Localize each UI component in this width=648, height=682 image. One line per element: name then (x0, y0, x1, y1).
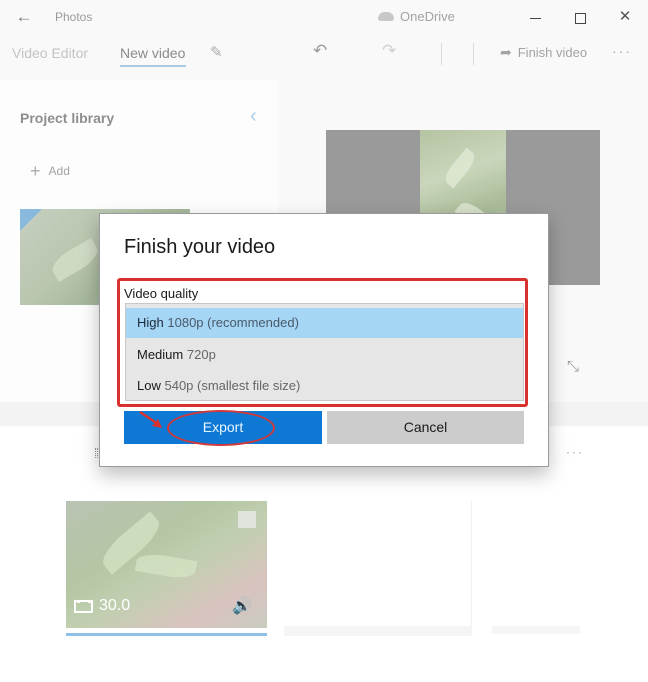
quality-option-low[interactable]: Low 540p (smallest file size) (126, 371, 523, 401)
finish-video-button[interactable]: ➦ Finish video (500, 44, 587, 61)
finish-video-dialog: Finish your video Video quality High 108… (99, 213, 549, 467)
clip-duration-value: 30.0 (99, 597, 131, 614)
finish-video-label: Finish video (517, 45, 588, 60)
project-library-title: Project library (20, 110, 115, 126)
app-name: Photos (55, 10, 93, 24)
export-button[interactable]: Export (124, 411, 322, 444)
volume-icon[interactable]: 🔊 (232, 596, 252, 616)
minimize-button[interactable] (520, 4, 550, 30)
option-detail: 1080p (recommended) (167, 315, 299, 330)
arrow-left-icon: ← (15, 7, 33, 26)
option-name: High (137, 315, 164, 330)
toolbar-divider (473, 43, 474, 65)
dialog-title: Finish your video (124, 236, 276, 258)
storyboard-more-icon[interactable]: ··· (566, 445, 584, 459)
video-quality-label: Video quality (124, 286, 199, 301)
onedrive-label: OneDrive (400, 9, 455, 24)
quality-option-medium[interactable]: Medium 720p (126, 340, 523, 370)
clip-selected-indicator (66, 633, 267, 636)
toolbar: Video Editor New video ✎ ↶ ↷ ➦ Finish vi… (0, 34, 648, 74)
storyboard-clip[interactable]: 30.0 🔊 (66, 501, 267, 628)
clip-duration: 30.0 (74, 597, 130, 615)
empty-clip-slot (284, 501, 472, 628)
pencil-icon[interactable]: ✎ (210, 43, 230, 63)
redo-icon[interactable]: ↷ (382, 41, 396, 61)
back-button[interactable]: ← (12, 6, 36, 28)
option-detail: 540p (smallest file size) (164, 378, 301, 393)
breadcrumb-active-indicator (120, 65, 186, 67)
chevron-left-icon[interactable]: ‹ (250, 105, 257, 128)
video-quality-dropdown[interactable]: High 1080p (recommended) Medium 720p Low… (125, 303, 524, 401)
maximize-icon (574, 12, 586, 24)
drag-handle-icon[interactable] (95, 448, 98, 458)
onedrive-status[interactable]: OneDrive (378, 9, 455, 24)
plus-icon: + (30, 161, 41, 181)
more-options-icon[interactable]: ··· (612, 43, 632, 59)
option-detail: 720p (186, 347, 216, 362)
toolbar-divider (441, 43, 442, 65)
option-name: Medium (137, 347, 184, 362)
undo-icon[interactable]: ↶ (313, 41, 327, 61)
maximize-button[interactable] (565, 4, 595, 30)
expand-icon[interactable]: ⤡ (567, 358, 579, 375)
title-bar: ← Photos OneDrive ✕ (0, 0, 648, 34)
thumbnail-leaf (47, 237, 103, 283)
close-icon: ✕ (618, 8, 632, 25)
cancel-button[interactable]: Cancel (327, 411, 524, 444)
preview-leaf (441, 147, 479, 189)
photos-video-editor-window: ← Photos OneDrive ✕ Video Editor New vid… (0, 0, 648, 682)
breadcrumb-video-editor[interactable]: Video Editor (12, 45, 88, 61)
clip-select-checkbox[interactable] (238, 511, 256, 528)
quality-option-high[interactable]: High 1080p (recommended) (126, 308, 523, 338)
breadcrumb-project-name[interactable]: New video (120, 45, 185, 61)
film-icon (74, 599, 93, 613)
clip-leaf (134, 550, 198, 582)
add-label: Add (48, 164, 70, 178)
close-button[interactable]: ✕ (610, 4, 640, 30)
cloud-icon (378, 12, 394, 21)
empty-clip-slot-bar (492, 626, 580, 634)
option-name: Low (137, 378, 161, 393)
add-media-button[interactable]: + Add (30, 161, 70, 181)
empty-clip-slot-bar (284, 626, 472, 636)
minimize-icon (529, 17, 541, 19)
share-icon: ➦ (500, 44, 512, 60)
